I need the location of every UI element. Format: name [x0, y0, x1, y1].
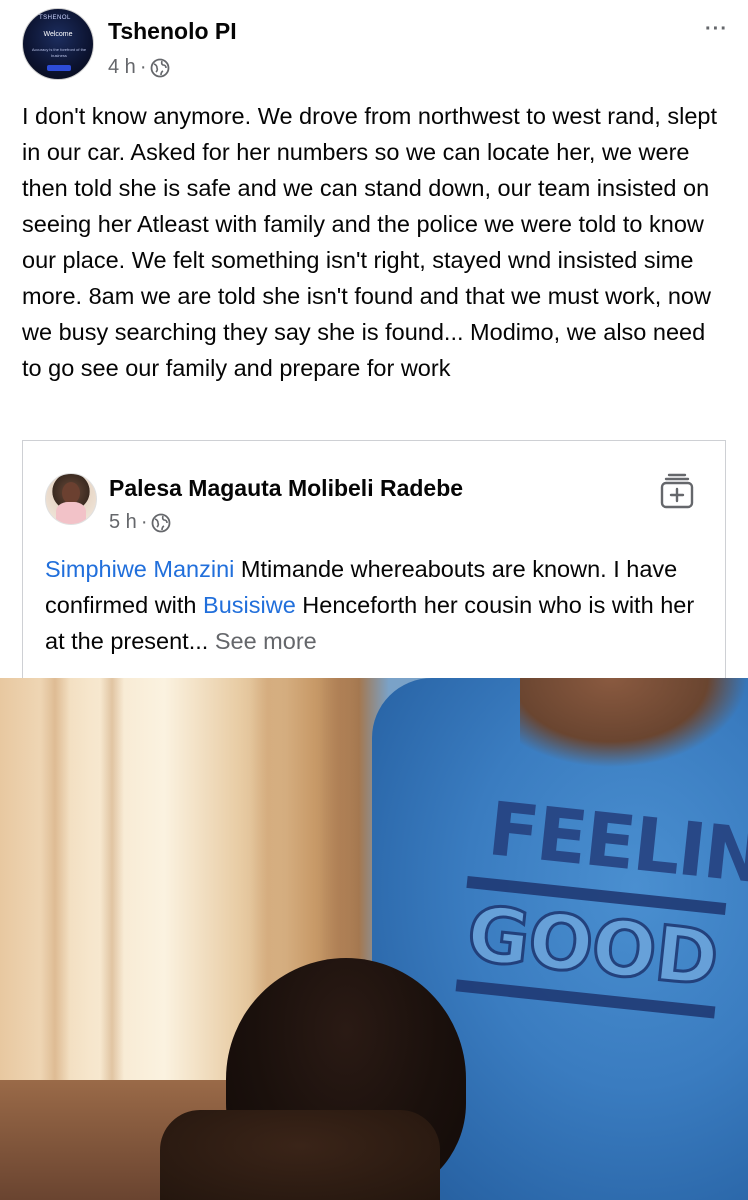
shared-author-name[interactable]: Palesa Magauta Molibeli Radebe: [109, 475, 463, 502]
post-time[interactable]: 4 h: [108, 56, 136, 79]
shared-post-text: Simphiwe Manzini Mtimande whereabouts ar…: [45, 551, 715, 659]
avatar-brand-text: TSHENOL: [39, 15, 71, 21]
post-text: I don't know anymore. We drove from nort…: [22, 103, 718, 381]
meta-separator: ·: [139, 56, 147, 78]
save-collection-icon[interactable]: [657, 471, 697, 511]
avatar-welcome-text: Welcome: [43, 31, 73, 38]
post-header: TSHENOL Welcome Accuracy is the forefron…: [0, 0, 748, 90]
globe-icon[interactable]: [151, 513, 171, 533]
avatar-tagline-text: Accuracy is the forefront of the busines…: [31, 47, 87, 58]
author-avatar[interactable]: TSHENOL Welcome Accuracy is the forefron…: [22, 8, 94, 80]
author-name[interactable]: Tshenolo PI: [108, 18, 237, 45]
post-photo[interactable]: FEELIN GOOD: [0, 678, 748, 1200]
shared-post-time[interactable]: 5 h: [109, 511, 137, 534]
shirt-print: FEELIN GOOD: [455, 785, 748, 1051]
avatar-face-shape: [62, 482, 80, 504]
mention-link[interactable]: Busisiwe: [203, 592, 296, 618]
shirt-collar-shape: [520, 678, 748, 768]
arm-shape: [160, 1110, 440, 1200]
avatar-button-graphic: [47, 65, 71, 71]
meta-separator: ·: [140, 511, 148, 533]
avatar-body-shape: [56, 502, 86, 524]
shared-post-meta: 5 h ·: [109, 511, 171, 534]
post-meta: 4 h ·: [108, 56, 170, 79]
globe-icon[interactable]: [150, 58, 170, 78]
more-options-icon[interactable]: ···: [705, 18, 728, 41]
shared-author-avatar[interactable]: [45, 473, 97, 525]
see-more-link[interactable]: See more: [208, 628, 317, 654]
shared-post-card[interactable]: Palesa Magauta Molibeli Radebe 5 h · Sim…: [22, 440, 726, 680]
mention-link[interactable]: Simphiwe Manzini: [45, 556, 234, 582]
